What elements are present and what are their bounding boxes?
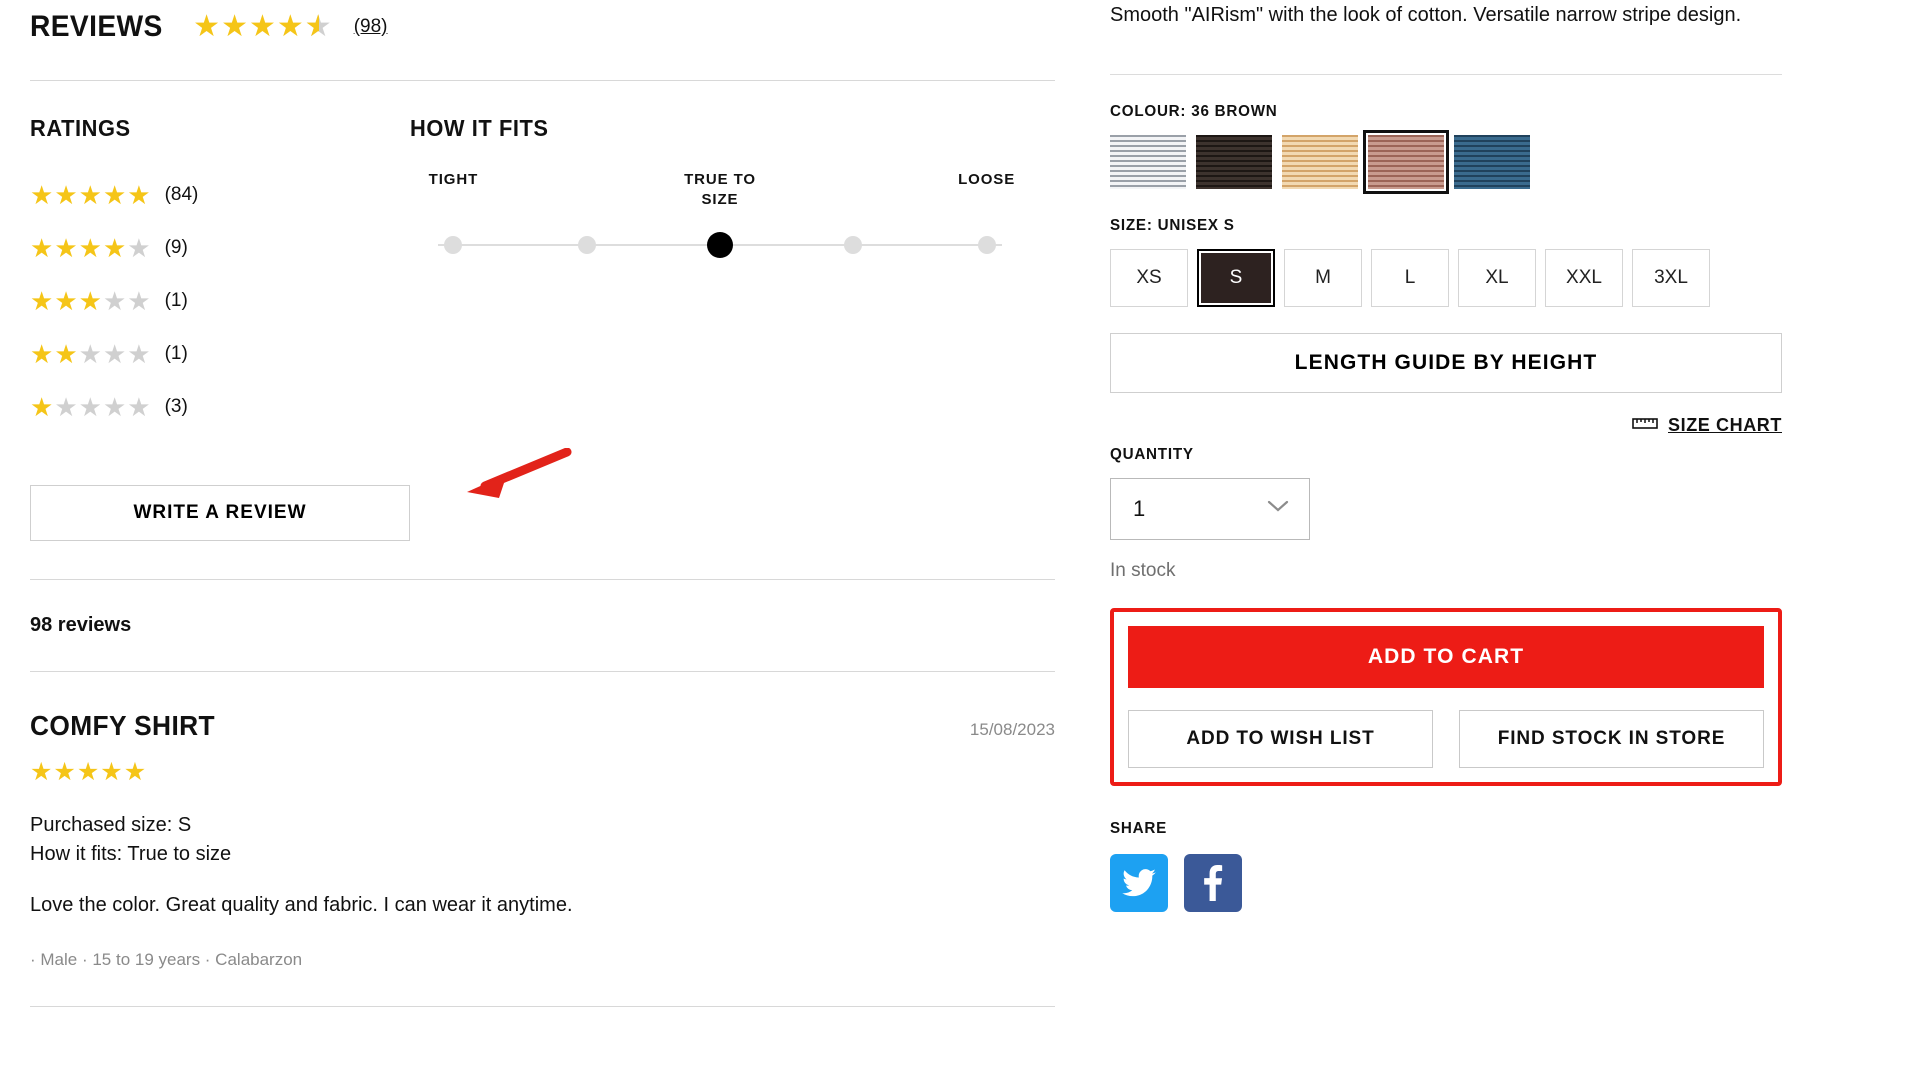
- ratings-fits-panel: RATINGS ★ ★ ★ ★ ★ (84) ★ ★ ★ ★ ★ (9) ★ ★…: [30, 115, 1055, 433]
- ruler-icon: [1632, 416, 1658, 435]
- size-option-xxl[interactable]: XXL: [1545, 249, 1623, 307]
- rating-stars-1: ★ ★ ★ ★ ★: [30, 391, 151, 422]
- facebook-icon[interactable]: [1184, 854, 1242, 912]
- reviews-column: REVIEWS ★ ★ ★ ★ ★ (98) RATINGS ★★★★★: [30, 0, 1055, 1007]
- review-count-link[interactable]: (98): [354, 16, 388, 38]
- fit-dot-3-active[interactable]: [707, 232, 733, 258]
- colour-swatch-black-stripe[interactable]: [1196, 135, 1272, 189]
- review-date: 15/08/2023: [969, 720, 1055, 739]
- rating-stars-5: ★ ★ ★ ★ ★: [30, 179, 151, 210]
- fit-label-tight: TIGHT: [428, 171, 479, 188]
- size-option-l[interactable]: L: [1371, 249, 1449, 307]
- rating-count-4: (9): [164, 236, 188, 258]
- product-description-text: Smooth "AIRism" with the look of cotton.…: [1110, 4, 1742, 26]
- rating-stars-3: ★ ★ ★ ★ ★: [30, 285, 151, 316]
- rating-count-2: (1): [164, 342, 188, 364]
- colour-swatches: [1110, 130, 1782, 194]
- fit-label-loose: LOOSE: [958, 171, 1016, 188]
- reviews-header: REVIEWS ★ ★ ★ ★ ★ (98): [30, 0, 1055, 50]
- find-stock-in-store-button[interactable]: FIND STOCK IN STORE: [1459, 710, 1764, 768]
- fit-dot-1[interactable]: [444, 236, 463, 254]
- quantity-select[interactable]: 1: [1110, 478, 1310, 540]
- quantity-value: 1: [1133, 496, 1146, 521]
- fit-scale-labels: TIGHT TRUE TO SIZE LOOSE: [410, 170, 1030, 226]
- star-icon: ★: [193, 10, 221, 43]
- average-rating-stars: ★ ★ ★ ★ ★: [193, 10, 332, 43]
- ratings-heading: RATINGS: [30, 115, 131, 141]
- stock-status: In stock: [1110, 560, 1176, 581]
- rating-rows: ★ ★ ★ ★ ★ (84) ★ ★ ★ ★ ★ (9) ★ ★ ★ ★ ★ (…: [30, 168, 370, 433]
- divider: [30, 80, 1055, 81]
- colour-swatch-navy-stripe[interactable]: [1454, 135, 1530, 189]
- how-it-fits: HOW IT FITS TIGHT TRUE TO SIZE LOOSE: [410, 115, 1030, 433]
- page-title: REVIEWS: [30, 10, 163, 43]
- size-option-xs[interactable]: XS: [1110, 249, 1188, 307]
- size-option-3xl[interactable]: 3XL: [1632, 249, 1710, 307]
- colour-swatch-brown-stripe-selected[interactable]: [1363, 130, 1449, 194]
- fit-label-true-to-size: TRUE TO SIZE: [684, 171, 756, 208]
- size-label: SIZE: UNISEX S: [1110, 217, 1235, 234]
- fit-slider[interactable]: [410, 230, 1030, 260]
- star-half-icon: ★: [305, 12, 332, 43]
- colour-label: COLOUR: 36 BROWN: [1110, 103, 1278, 120]
- divider: [30, 1006, 1055, 1007]
- star-icon: ★: [248, 10, 276, 43]
- fit-dot-5[interactable]: [977, 236, 996, 254]
- rating-row-3[interactable]: ★ ★ ★ ★ ★ (1): [30, 274, 370, 327]
- rating-row-1[interactable]: ★ ★ ★ ★ ★ (3): [30, 380, 370, 433]
- review-body-text: Love the color. Great quality and fabric…: [30, 894, 573, 916]
- how-it-fits-heading: HOW IT FITS: [410, 115, 549, 141]
- share-label: SHARE: [1110, 820, 1168, 837]
- rating-count-3: (1): [164, 289, 188, 311]
- fit-dot-2[interactable]: [577, 236, 596, 254]
- review-rating-stars: ★ ★ ★ ★ ★: [30, 758, 147, 786]
- divider: [1110, 74, 1782, 75]
- add-to-cart-button[interactable]: ADD TO CART: [1128, 626, 1764, 688]
- review-header: COMFY SHIRT 15/08/2023: [30, 710, 1055, 742]
- product-page: REVIEWS ★ ★ ★ ★ ★ (98) RATINGS ★★★★★: [0, 0, 1920, 1080]
- add-to-wish-list-button[interactable]: ADD TO WISH LIST: [1128, 710, 1433, 768]
- size-chart-row: SIZE CHART: [1110, 415, 1782, 436]
- review-title: COMFY SHIRT: [30, 710, 215, 741]
- quantity-label: QUANTITY: [1110, 446, 1194, 463]
- star-icon: ★: [276, 10, 304, 43]
- size-option-xl[interactable]: XL: [1458, 249, 1536, 307]
- share-icons: [1110, 854, 1782, 912]
- write-review-button[interactable]: WRITE A REVIEW: [30, 485, 410, 541]
- fit-dot-4[interactable]: [844, 236, 863, 254]
- rating-stars-2: ★ ★ ★ ★ ★: [30, 338, 151, 369]
- rating-count-5: (84): [164, 183, 199, 205]
- purchase-actions-annotation: ADD TO CART ADD TO WISH LIST FIND STOCK …: [1110, 608, 1782, 786]
- rating-stars-4: ★ ★ ★ ★ ★: [30, 232, 151, 263]
- size-option-s-selected[interactable]: S: [1197, 249, 1275, 307]
- star-icon: ★: [221, 10, 248, 43]
- rating-row-2[interactable]: ★ ★ ★ ★ ★ (1): [30, 327, 370, 380]
- review-item: COMFY SHIRT 15/08/2023 ★ ★ ★ ★ ★ Purchased s…: [30, 672, 1055, 1007]
- size-option-m[interactable]: M: [1284, 249, 1362, 307]
- review-attributes: Purchased size: S How it fits: True to s…: [30, 811, 1055, 869]
- rating-row-4[interactable]: ★ ★ ★ ★ ★ (9): [30, 221, 370, 274]
- review-how-it-fits: How it fits: True to size: [30, 843, 232, 865]
- rating-count-1: (3): [164, 395, 188, 417]
- size-options: XS S M L XL XXL 3XL: [1110, 249, 1782, 307]
- review-author-meta: · Male · 15 to 19 years · Calabarzon: [30, 950, 303, 969]
- colour-swatch-beige-stripe[interactable]: [1282, 135, 1358, 189]
- product-options-column: Smooth "AIRism" with the look of cotton.…: [1110, 0, 1782, 912]
- length-guide-button[interactable]: LENGTH GUIDE BY HEIGHT: [1110, 333, 1782, 393]
- secondary-actions: ADD TO WISH LIST FIND STOCK IN STORE: [1128, 710, 1764, 768]
- colour-swatch-white-stripe[interactable]: [1110, 135, 1186, 189]
- size-selector: SIZE: UNISEX S XS S M L XL XXL 3XL: [1110, 217, 1782, 307]
- size-chart-link[interactable]: SIZE CHART: [1668, 415, 1782, 436]
- ratings-breakdown: RATINGS ★ ★ ★ ★ ★ (84) ★ ★ ★ ★ ★ (9) ★ ★…: [30, 115, 370, 433]
- rating-row-5[interactable]: ★ ★ ★ ★ ★ (84): [30, 168, 370, 221]
- review-purchased-size: Purchased size: S: [30, 814, 192, 836]
- chevron-down-icon: [1267, 500, 1289, 518]
- twitter-icon[interactable]: [1110, 854, 1168, 912]
- colour-selector: COLOUR: 36 BROWN: [1110, 103, 1782, 194]
- reviews-total-label: 98 reviews: [30, 614, 132, 636]
